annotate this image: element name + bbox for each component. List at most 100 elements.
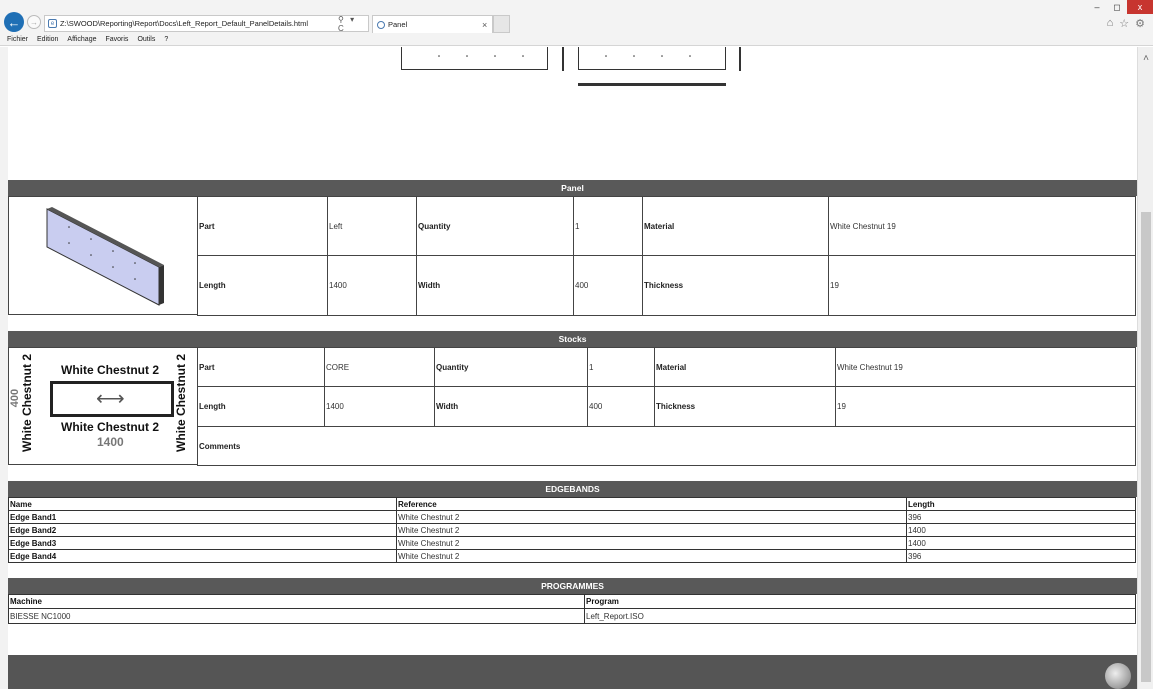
- menu-edition[interactable]: Edition: [37, 36, 58, 43]
- back-button[interactable]: ←: [4, 12, 24, 32]
- programmes-table: Machine Program BIESSE NC1000 Left_Repor…: [8, 594, 1136, 624]
- thickness-label: Thickness: [642, 255, 829, 316]
- edgeband-name: Edge Band4: [8, 549, 397, 563]
- stocks-header: Stocks: [8, 331, 1137, 347]
- length-label: Length: [197, 255, 328, 316]
- tab-title: Panel: [388, 20, 408, 29]
- menu-affichage[interactable]: Affichage: [67, 36, 96, 43]
- report-page: Panel Part Left Quantity 1 Material Whit…: [0, 47, 1137, 689]
- vertical-scrollbar[interactable]: ˄: [1137, 47, 1153, 689]
- window-controls: – ◻ x: [1087, 0, 1153, 14]
- menu-help[interactable]: ?: [164, 36, 168, 43]
- home-icon[interactable]: ⌂: [1107, 17, 1114, 30]
- table-row: Edge Band2 White Chestnut 2 1400: [8, 523, 1136, 537]
- report-footer: [8, 655, 1137, 689]
- thickness-value: 19: [835, 386, 1136, 427]
- scroll-up-icon[interactable]: ˄: [1138, 53, 1153, 65]
- quantity-label: Quantity: [416, 196, 574, 256]
- length-value: 1400: [324, 386, 435, 427]
- quantity-value: 1: [587, 347, 655, 387]
- material-value: White Chestnut 19: [828, 196, 1136, 256]
- part-label: Part: [197, 347, 325, 387]
- edgeband-name: Edge Band2: [8, 523, 397, 537]
- part-value: CORE: [324, 347, 435, 387]
- length-label: Length: [197, 386, 325, 427]
- table-row: Part CORE Quantity 1 Material White Ches…: [197, 347, 1136, 387]
- drawing-dots: [438, 55, 691, 57]
- stock-length-dim: 1400: [97, 435, 124, 449]
- new-tab-button[interactable]: [493, 15, 510, 33]
- tab-panel[interactable]: Panel ×: [372, 15, 493, 33]
- table-row: Edge Band4 White Chestnut 2 396: [8, 549, 1136, 563]
- menu-bar: Fichier Edition Affichage Favoris Outils…: [0, 33, 1153, 46]
- stock-bottom-label: White Chestnut 2: [61, 420, 159, 434]
- edgeband-reference: White Chestnut 2: [396, 549, 907, 563]
- part-label: Part: [197, 196, 328, 256]
- edgeband-reference: White Chestnut 2: [396, 523, 907, 537]
- favorites-star-icon[interactable]: ☆: [1119, 17, 1129, 30]
- machine-value: BIESSE NC1000: [8, 608, 585, 624]
- edgeband-length: 1400: [906, 523, 1136, 537]
- material-label: Material: [654, 347, 836, 387]
- edgeband-reference: White Chestnut 2: [396, 536, 907, 550]
- edgebands-table: Name Reference Length Edge Band1 White C…: [8, 497, 1136, 563]
- stock-top-label: White Chestnut 2: [61, 363, 159, 377]
- quantity-label: Quantity: [434, 347, 588, 387]
- table-row: Part Left Quantity 1 Material White Ches…: [197, 196, 1136, 256]
- edgebands-header: EDGEBANDS: [8, 481, 1137, 497]
- edgeband-name: Edge Band1: [8, 510, 397, 524]
- gear-icon[interactable]: ⚙: [1135, 17, 1145, 30]
- restore-button[interactable]: ◻: [1107, 0, 1127, 14]
- logo-icon: [1105, 663, 1131, 689]
- address-bar[interactable]: e Z:\SWOOD\Reporting\Report\Docs\Left_Re…: [44, 15, 369, 33]
- material-value: White Chestnut 19: [835, 347, 1136, 387]
- address-url[interactable]: Z:\SWOOD\Reporting\Report\Docs\Left_Repo…: [60, 19, 338, 28]
- menu-fichier[interactable]: Fichier: [7, 36, 28, 43]
- column-header-length: Length: [906, 497, 1136, 511]
- width-value: 400: [587, 386, 655, 427]
- table-row: Edge Band1 White Chestnut 2 396: [8, 510, 1136, 524]
- edgeband-length: 396: [906, 510, 1136, 524]
- browser-toolbar: ⌂ ☆ ⚙: [1107, 17, 1145, 30]
- panel-table: Part Left Quantity 1 Material White Ches…: [197, 196, 1136, 316]
- stock-rectangle: ⟷: [50, 381, 174, 417]
- table-header-row: Name Reference Length: [8, 497, 1136, 511]
- tab-close-icon[interactable]: ×: [482, 20, 492, 30]
- stock-left-label: White Chestnut 2: [20, 354, 34, 452]
- panel-3d-icon: [46, 207, 164, 306]
- column-header-program: Program: [584, 594, 1136, 609]
- table-row: Length 1400 Width 400 Thickness 19: [197, 386, 1136, 427]
- stock-right-label: White Chestnut 2: [174, 354, 188, 452]
- scroll-thumb[interactable]: [1141, 212, 1151, 682]
- column-header-machine: Machine: [8, 594, 585, 609]
- page-margin: [0, 47, 8, 689]
- menu-outils[interactable]: Outils: [137, 36, 155, 43]
- edgeband-length: 1400: [906, 536, 1136, 550]
- table-row: Edge Band3 White Chestnut 2 1400: [8, 536, 1136, 550]
- edgeband-length: 396: [906, 549, 1136, 563]
- quantity-value: 1: [573, 196, 643, 256]
- page-icon: e: [48, 19, 57, 28]
- ie-page-icon: [377, 20, 385, 29]
- length-value: 1400: [327, 255, 417, 316]
- browser-titlebar: ← → e Z:\SWOOD\Reporting\Report\Docs\Lef…: [0, 0, 1153, 33]
- arrow-right-icon: →: [30, 17, 38, 27]
- forward-button[interactable]: →: [27, 15, 41, 29]
- thickness-value: 19: [828, 255, 1136, 316]
- stock-width-dim: 400: [9, 388, 21, 408]
- edgeband-reference: White Chestnut 2: [396, 510, 907, 524]
- minimize-button[interactable]: –: [1087, 0, 1107, 14]
- width-value: 400: [573, 255, 643, 316]
- close-button[interactable]: x: [1127, 0, 1153, 14]
- part-value: Left: [327, 196, 417, 256]
- menu-favoris[interactable]: Favoris: [105, 36, 128, 43]
- table-row: Length 1400 Width 400 Thickness 19: [197, 255, 1136, 316]
- program-link[interactable]: Left_Report.ISO: [584, 608, 1136, 624]
- edgeband-name: Edge Band3: [8, 536, 397, 550]
- address-tools[interactable]: ⚲ ▾ C: [338, 15, 368, 33]
- material-label: Material: [642, 196, 829, 256]
- stocks-table: Part CORE Quantity 1 Material White Ches…: [197, 347, 1136, 466]
- arrow-left-icon: ←: [7, 14, 21, 30]
- programmes-header: PROGRAMMES: [8, 578, 1137, 594]
- thickness-label: Thickness: [654, 386, 836, 427]
